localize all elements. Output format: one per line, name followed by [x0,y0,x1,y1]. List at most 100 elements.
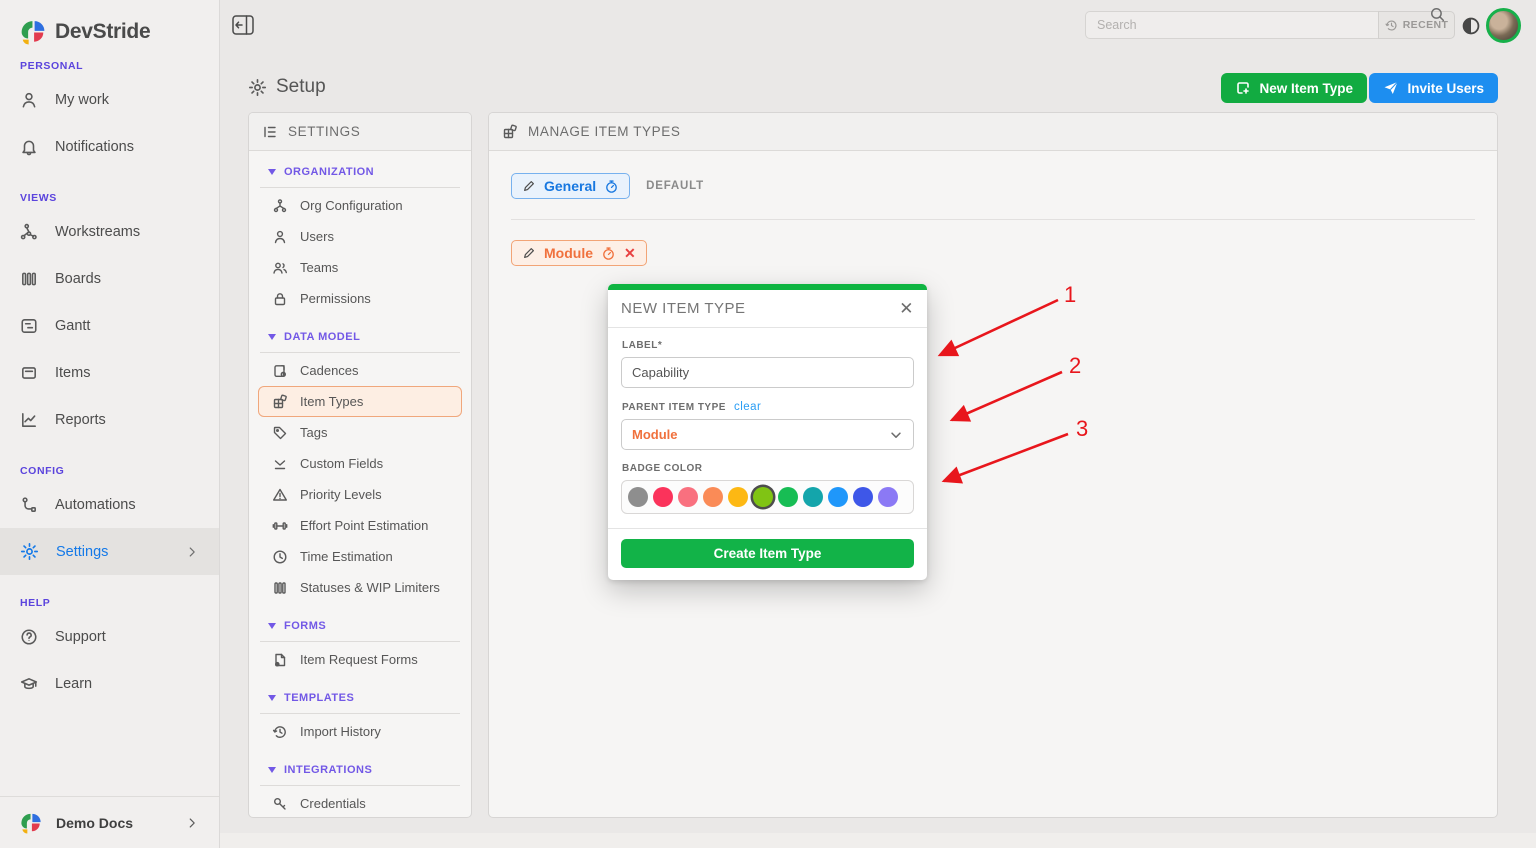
new-item-type-label: New Item Type [1259,81,1353,96]
history-icon [1385,19,1398,32]
sidebar-item-gantt[interactable]: Gantt [0,302,219,349]
settings-item-org-configuration[interactable]: Org Configuration [258,190,462,221]
settings-item-time-estimation[interactable]: Time Estimation [258,541,462,572]
workstreams-icon [20,223,38,241]
sidebar-item-label: Items [55,365,90,381]
lock-icon [272,291,288,307]
triangle-down-icon [268,767,276,773]
org-chart-icon [272,198,288,214]
search-input[interactable] [1085,11,1378,39]
clear-link[interactable]: clear [734,401,761,413]
settings-item-cadences[interactable]: Cadences [258,355,462,386]
color-swatch-lime-selected[interactable] [753,487,773,507]
badge-color-group: BADGE COLOR [621,463,914,514]
sidebar-section-views: VIEWS [20,192,199,208]
sidebar-item-automations[interactable]: Automations [0,481,219,528]
parent-item-type-select[interactable]: Module [621,419,914,450]
settings-item-effort-point-estimation[interactable]: Effort Point Estimation [258,510,462,541]
section-forms[interactable]: FORMS [268,617,452,635]
sidebar-item-reports[interactable]: Reports [0,396,219,443]
user-avatar[interactable] [1486,8,1521,43]
chevron-right-icon [185,816,199,830]
sidebar-item-label: Gantt [55,318,90,334]
color-swatch-pink[interactable] [678,487,698,507]
manage-panel-title: MANAGE ITEM TYPES [528,124,680,139]
color-swatch-blue[interactable] [828,487,848,507]
app-logo[interactable]: DevStride [0,0,219,50]
sidebar-item-label: My work [55,92,109,108]
workspace-switcher[interactable]: Demo Docs [0,796,219,848]
page-title: Setup [248,76,326,98]
boards-icon [20,270,38,288]
settings-item-import-history[interactable]: Import History [258,716,462,747]
sidebar-item-workstreams[interactable]: Workstreams [0,208,219,255]
settings-item-users[interactable]: Users [258,221,462,252]
theme-toggle-button[interactable] [1462,17,1480,40]
sidebar-item-my-work[interactable]: My work [0,76,219,123]
close-icon[interactable]: ✕ [899,299,914,319]
gantt-icon [20,317,38,335]
sidebar-item-boards[interactable]: Boards [0,255,219,302]
parent-selected-value: Module [632,427,678,442]
color-swatch-indigo[interactable] [853,487,873,507]
warning-triangle-icon [272,487,288,503]
cadence-icon [272,363,288,379]
color-swatch-red[interactable] [653,487,673,507]
sidebar-item-notifications[interactable]: Notifications [0,123,219,170]
settings-item-priority-levels[interactable]: Priority Levels [258,479,462,510]
section-templates[interactable]: TEMPLATES [268,689,452,707]
item-type-badge-general[interactable]: General [511,173,630,199]
sidebar-section-help: HELP [20,597,199,613]
sidebar-item-label: Reports [55,412,106,428]
sidebar-item-settings[interactable]: Settings [0,528,219,575]
item-type-badge-module[interactable]: Module ✕ [511,240,647,266]
color-swatch-gray[interactable] [628,487,648,507]
section-integrations[interactable]: INTEGRATIONS [268,761,452,779]
settings-item-permissions[interactable]: Permissions [258,283,462,314]
sidebar-item-support[interactable]: Support [0,613,219,660]
settings-item-credentials[interactable]: Credentials [258,788,462,818]
section-organization[interactable]: ORGANIZATION [268,163,452,181]
create-item-type-button[interactable]: Create Item Type [621,539,914,568]
new-item-type-button[interactable]: New Item Type [1221,73,1367,103]
settings-item-custom-fields[interactable]: Custom Fields [258,448,462,479]
sidebar-item-label: Automations [55,497,136,513]
stopwatch-icon [601,246,616,261]
color-swatch-amber[interactable] [728,487,748,507]
pencil-icon [522,179,536,193]
sidebar: DevStride PERSONAL My work Notifications… [0,0,220,848]
delete-item-type-icon[interactable]: ✕ [624,246,636,260]
sidebar-item-learn[interactable]: Learn [0,660,219,707]
settings-item-item-types[interactable]: Item Types [258,386,462,417]
settings-item-item-request-forms[interactable]: Item Request Forms [258,644,462,675]
automations-icon [20,496,38,514]
section-data-model[interactable]: DATA MODEL [268,328,452,346]
triangle-down-icon [268,623,276,629]
color-swatch-orange[interactable] [703,487,723,507]
new-item-type-modal: NEW ITEM TYPE ✕ LABEL* PARENT ITEM TYPE … [608,284,927,580]
color-swatch-violet[interactable] [878,487,898,507]
settings-item-statuses-wip-limiters[interactable]: Statuses & WIP Limiters [258,572,462,603]
label-input[interactable] [621,357,914,388]
history-icon [272,724,288,740]
color-swatch-teal[interactable] [803,487,823,507]
collapse-sidebar-button[interactable] [232,15,254,35]
custom-fields-icon [272,456,288,472]
contrast-icon [1462,17,1480,35]
badge-color-label: BADGE COLOR [622,463,914,474]
invite-users-button[interactable]: Invite Users [1369,73,1498,103]
sidebar-section-config: CONFIG [20,465,199,481]
add-item-icon [1235,80,1251,96]
people-icon [272,260,288,276]
modal-title: NEW ITEM TYPE [621,300,746,317]
item-types-icon [502,124,518,140]
settings-item-tags[interactable]: Tags [258,417,462,448]
color-swatch-green[interactable] [778,487,798,507]
sidebar-item-label: Support [55,629,106,645]
item-types-icon [272,394,288,410]
triangle-down-icon [268,695,276,701]
default-tag: DEFAULT [646,180,704,192]
settings-item-teams[interactable]: Teams [258,252,462,283]
question-circle-icon [20,628,38,646]
sidebar-item-items[interactable]: Items [0,349,219,396]
